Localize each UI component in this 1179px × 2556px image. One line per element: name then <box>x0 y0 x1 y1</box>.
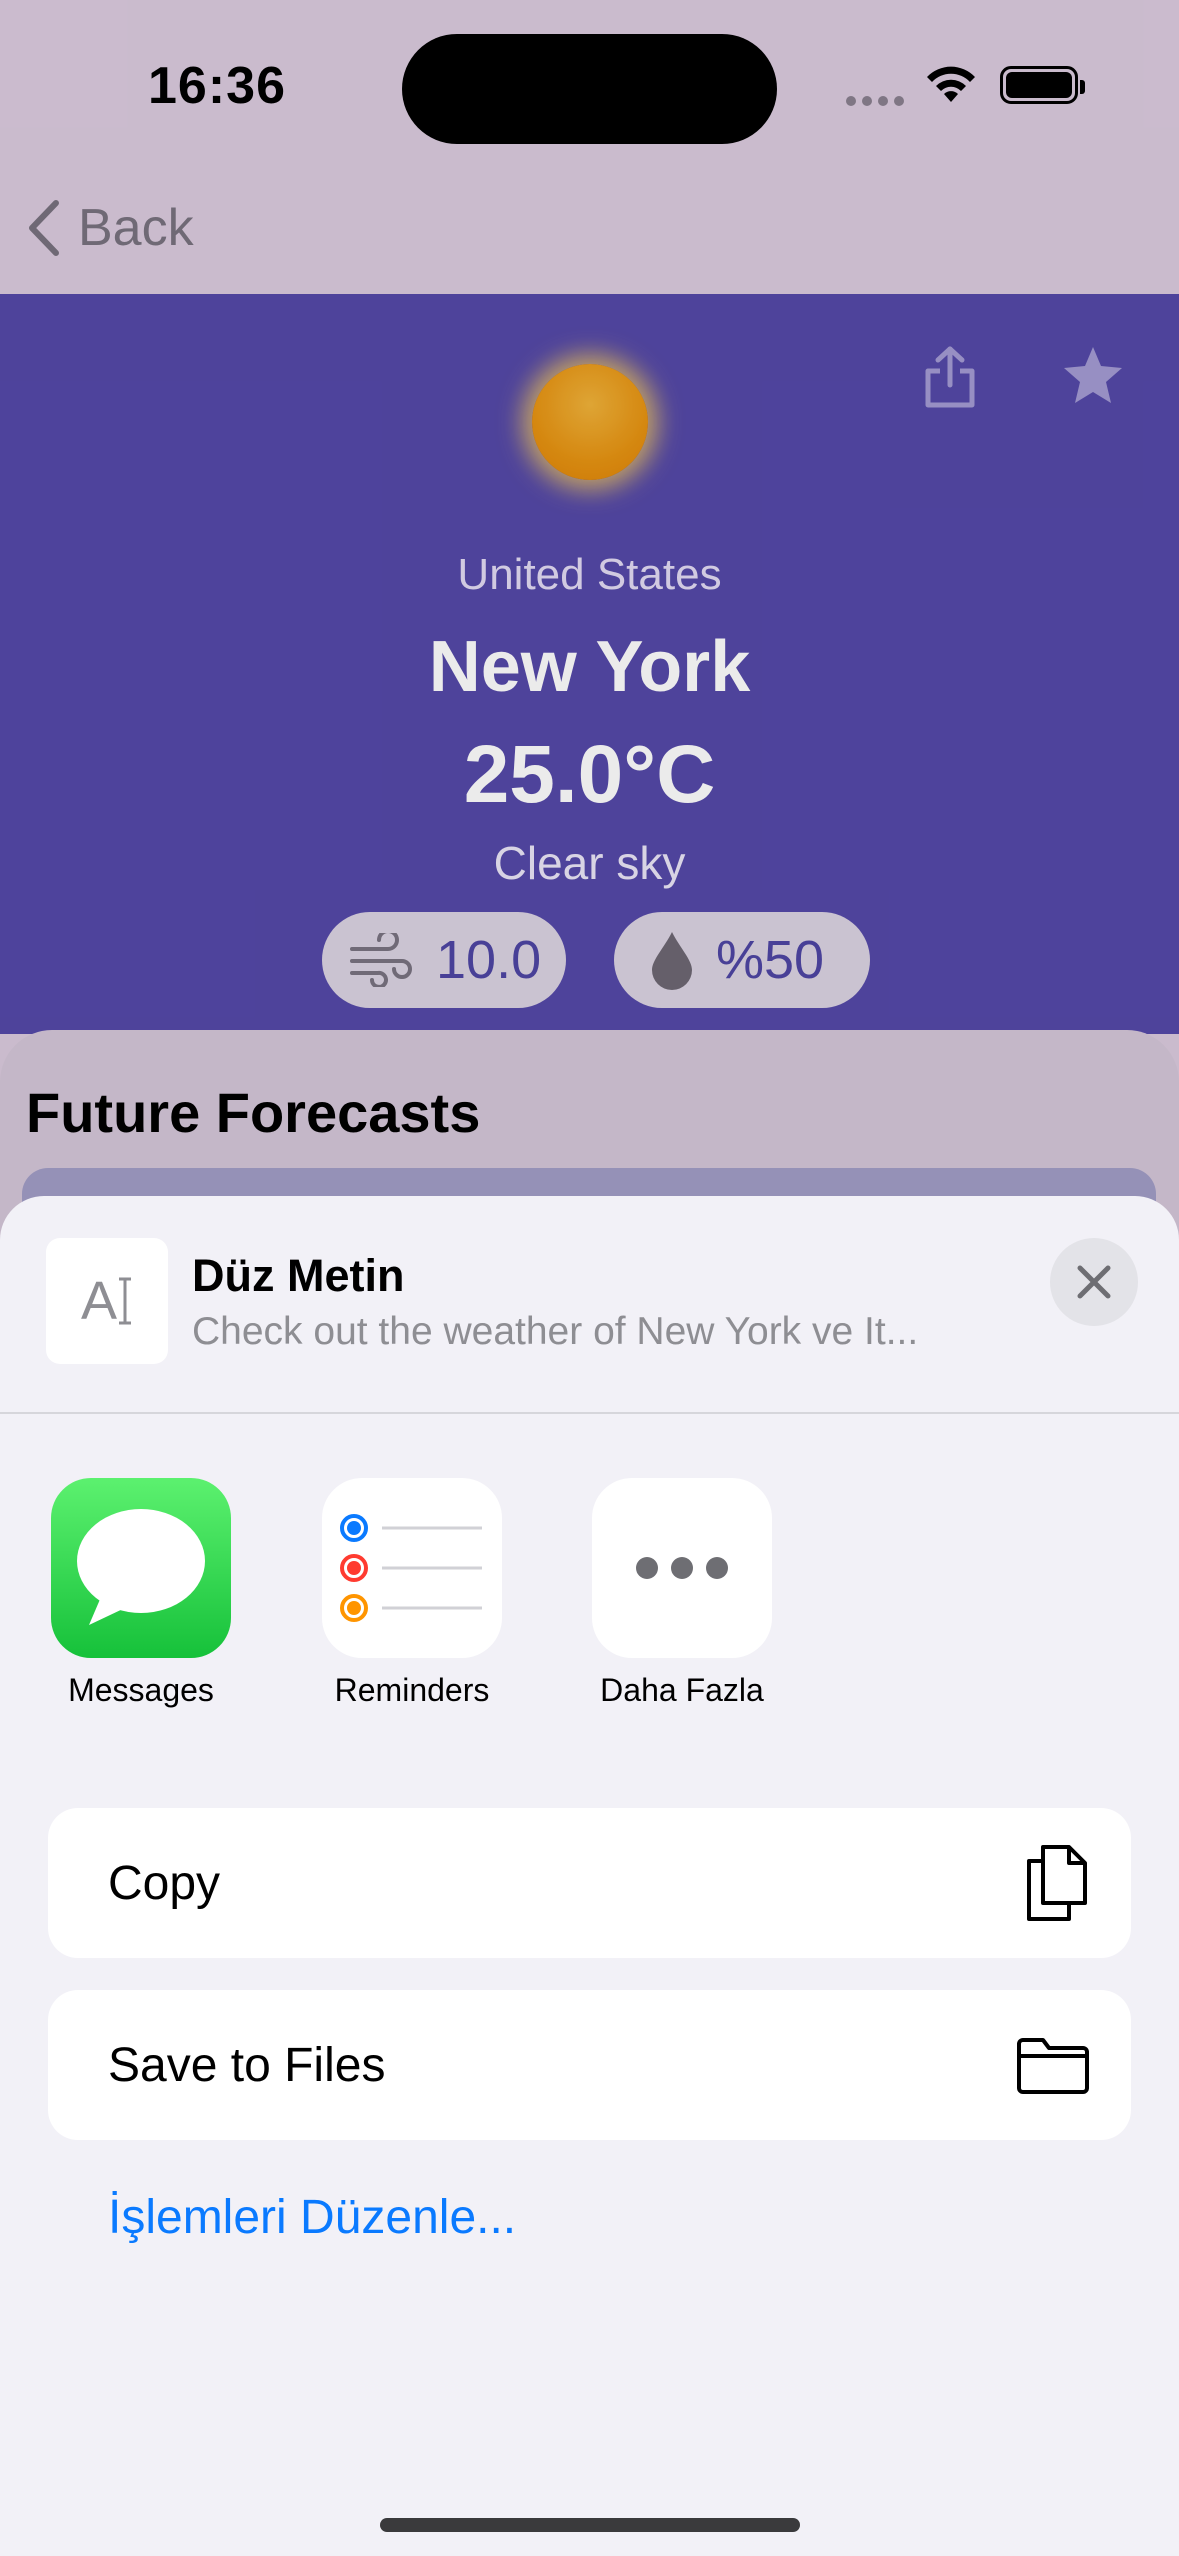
plain-text-thumbnail: A <box>46 1238 168 1364</box>
share-app-messages[interactable]: Messages <box>51 1478 231 1709</box>
action-label: Save to Files <box>108 2038 386 2092</box>
close-button[interactable] <box>1050 1238 1138 1326</box>
copy-icon <box>1027 1845 1087 1921</box>
edit-actions-link[interactable]: İşlemleri Düzenle... <box>108 2190 516 2245</box>
share-app-more[interactable]: Daha Fazla <box>592 1478 772 1709</box>
save-to-files-action[interactable]: Save to Files <box>48 1990 1131 2140</box>
app-label: Daha Fazla <box>600 1672 764 1708</box>
more-icon <box>592 1478 772 1658</box>
share-app-reminders[interactable]: Reminders <box>322 1478 502 1709</box>
app-label: Reminders <box>334 1672 490 1708</box>
app-label: Messages <box>68 1672 214 1708</box>
action-label: Copy <box>108 1856 221 1910</box>
share-item-subtitle: Check out the weather of New York ve It.… <box>192 1310 919 1353</box>
reminders-icon <box>322 1478 502 1658</box>
text-cursor-icon <box>119 1277 132 1325</box>
text-icon: A <box>80 1271 118 1331</box>
messages-icon <box>51 1478 231 1658</box>
sheet-divider <box>0 1412 1179 1414</box>
share-item-title: Düz Metin <box>192 1250 405 1301</box>
copy-action[interactable]: Copy <box>48 1808 1131 1958</box>
close-icon <box>1077 1265 1111 1299</box>
folder-icon <box>1017 2038 1089 2094</box>
home-indicator[interactable] <box>380 2518 800 2532</box>
